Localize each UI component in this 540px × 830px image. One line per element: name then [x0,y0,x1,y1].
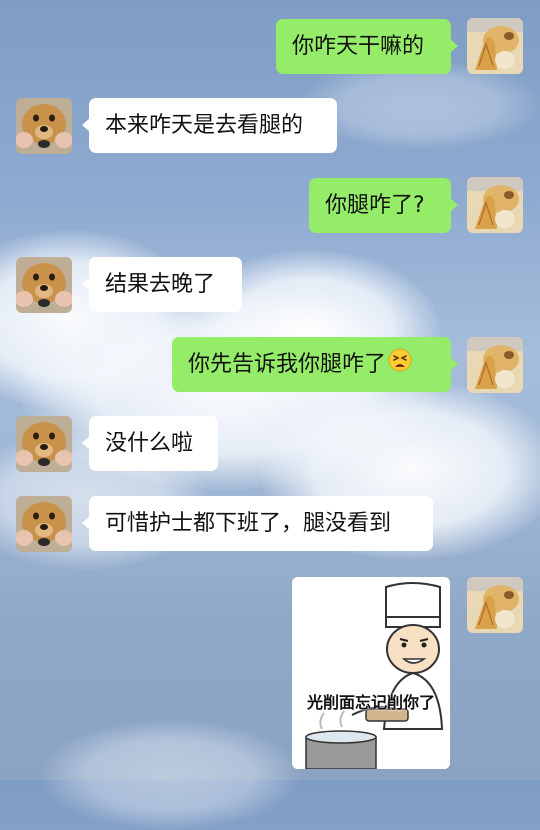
sticker-caption: 光削面忘记削你了 [306,693,435,712]
dog-avatar-icon[interactable] [16,416,72,472]
message-bubble-sent[interactable]: 你腿咋了? [309,178,458,233]
chef-sticker[interactable]: 光削面忘记削你了 [292,577,450,769]
dog-avatar-icon[interactable] [16,98,72,154]
message-text: 本来咋天是去看腿的 [105,113,304,138]
message-text: 你先告诉我你腿咋了 [188,352,387,377]
message-bubble-sent[interactable]: 你先告诉我你腿咋了 [172,337,458,393]
message-text: 可惜护士都下班了，腿没看到 [105,511,392,536]
message-bubble-received[interactable]: 本来咋天是去看腿的 [82,98,337,153]
message-text: 你咋天干嘛的 [292,34,425,59]
cat-avatar-icon[interactable] [467,577,523,633]
message-text: 结果去晚了 [105,272,216,297]
message-bubble-received[interactable]: 结果去晚了 [82,257,242,312]
message-text: 你腿咋了? [325,193,425,218]
dog-avatar-icon[interactable] [16,496,72,552]
dog-avatar-icon[interactable] [16,257,72,313]
cat-avatar-icon[interactable] [467,18,523,74]
cat-avatar-icon[interactable] [467,337,523,393]
tired-face-emoji [388,338,412,393]
message-bubble-received[interactable]: 可惜护士都下班了，腿没看到 [82,496,433,551]
chef-sticker-image [292,577,450,769]
message-text: 没什么啦 [105,431,194,456]
cat-avatar-icon[interactable] [467,177,523,233]
message-bubble-sent[interactable]: 你咋天干嘛的 [276,19,458,74]
message-bubble-received[interactable]: 没什么啦 [82,416,218,471]
